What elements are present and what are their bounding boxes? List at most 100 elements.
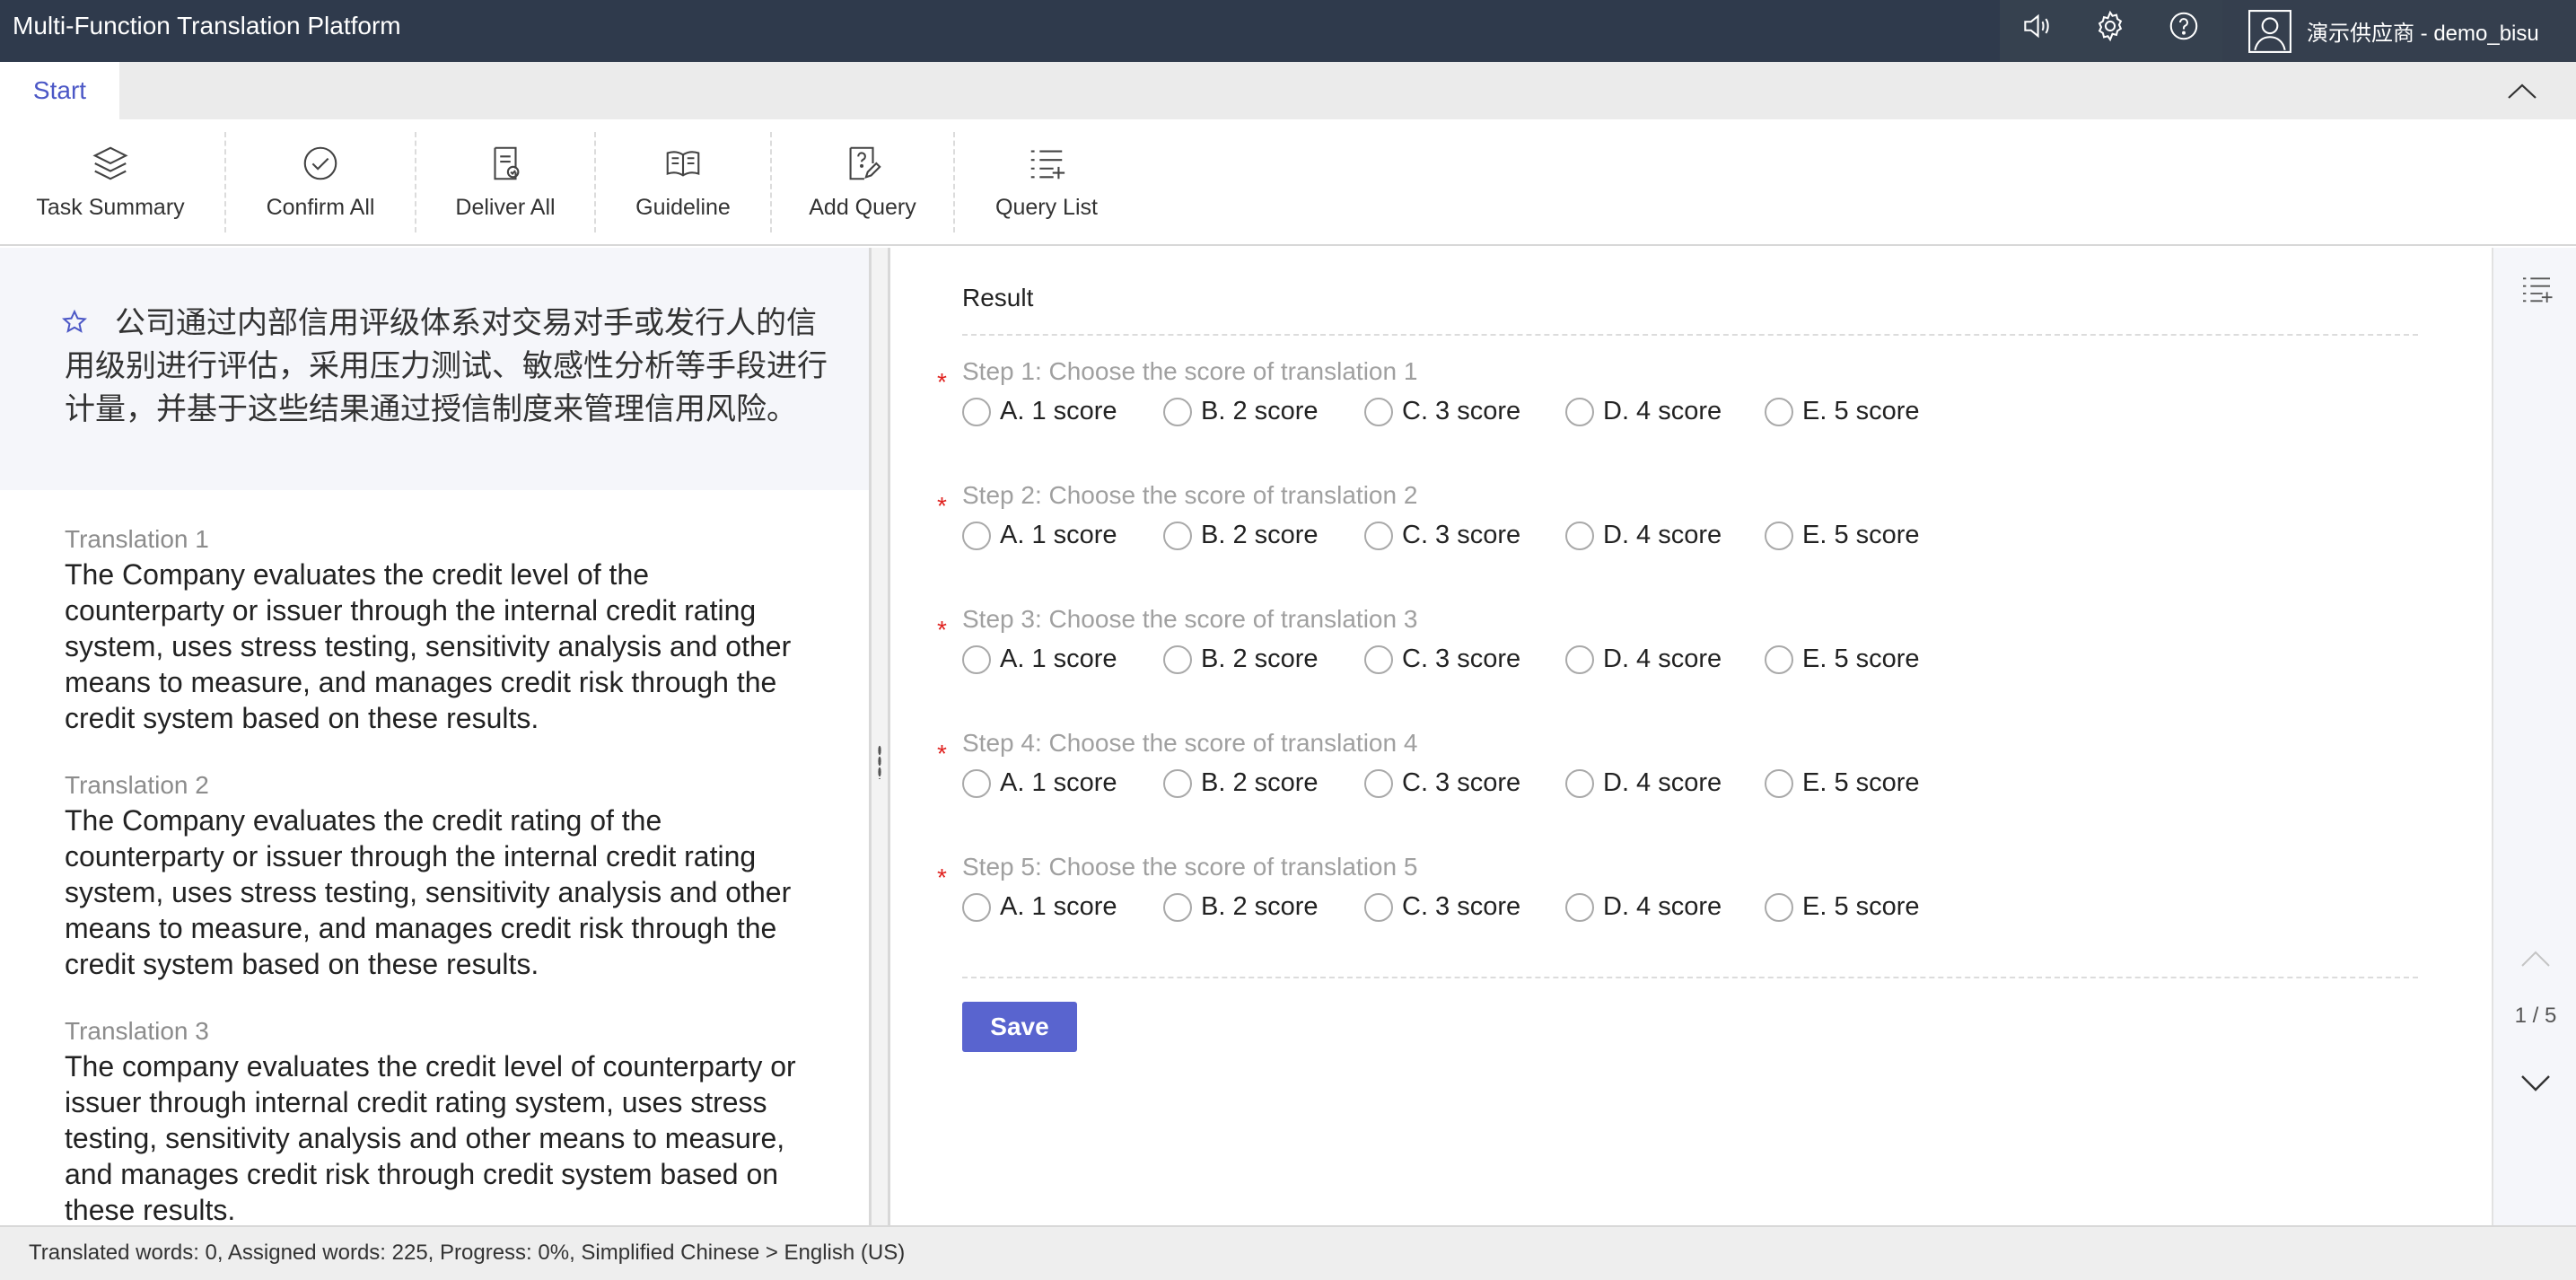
radio-button[interactable] <box>1163 644 1192 674</box>
score-option[interactable]: B. 2 score <box>1163 521 1319 550</box>
layers-icon <box>92 146 128 180</box>
score-step: * Step 2: Choose the score of translation… <box>937 481 2427 580</box>
radio-button[interactable] <box>962 644 991 674</box>
score-option[interactable]: A. 1 score <box>962 768 1117 798</box>
option-label: E. 5 score <box>1802 397 1920 425</box>
task-summary-button[interactable]: Task Summary <box>36 134 185 231</box>
translation-label: Translation 3 <box>65 1017 209 1045</box>
score-option[interactable]: C. 3 score <box>1364 892 1520 922</box>
score-option[interactable]: B. 2 score <box>1163 397 1319 426</box>
required-marker: * <box>937 740 947 767</box>
score-option[interactable]: E. 5 score <box>1765 892 1920 922</box>
confirm-all-button[interactable]: Confirm All <box>260 134 381 231</box>
collapse-toolbar-button[interactable] <box>2501 71 2544 110</box>
score-option[interactable]: A. 1 score <box>962 892 1117 922</box>
deliver-doc-icon <box>494 146 520 180</box>
query-list-icon[interactable] <box>2519 271 2554 307</box>
source-text: 公司通过内部信用评级体系对交易对手或发行人的信用级别进行评估，采用压力测试、敏感… <box>65 306 828 426</box>
toolbar-divider <box>953 132 955 232</box>
speaker-button[interactable] <box>2000 0 2073 51</box>
radio-button[interactable] <box>1765 644 1793 674</box>
score-option[interactable]: E. 5 score <box>1765 644 1920 674</box>
radio-button[interactable] <box>962 397 991 426</box>
score-option[interactable]: B. 2 score <box>1163 644 1319 674</box>
required-marker: * <box>937 368 947 396</box>
score-option[interactable]: D. 4 score <box>1565 892 1722 922</box>
radio-button[interactable] <box>1364 892 1393 922</box>
option-label: D. 4 score <box>1603 892 1722 921</box>
score-option[interactable]: E. 5 score <box>1765 521 1920 550</box>
radio-button[interactable] <box>1565 644 1594 674</box>
radio-button[interactable] <box>1364 644 1393 674</box>
toolbar-label: Confirm All <box>266 195 375 220</box>
radio-button[interactable] <box>1765 892 1793 922</box>
score-option[interactable]: D. 4 score <box>1565 644 1722 674</box>
score-option[interactable]: C. 3 score <box>1364 397 1520 426</box>
radio-button[interactable] <box>1163 397 1192 426</box>
score-step: * Step 1: Choose the score of translation… <box>937 357 2427 456</box>
score-option[interactable]: C. 3 score <box>1364 521 1520 550</box>
step-title: Step 3: Choose the score of translation … <box>962 605 1418 633</box>
radio-button[interactable] <box>1765 768 1793 798</box>
check-circle-icon <box>303 146 337 180</box>
drag-handle-icon <box>878 745 881 779</box>
chevron-down-icon[interactable] <box>2517 1070 2554 1097</box>
toolbar-divider <box>770 132 772 232</box>
score-option[interactable]: D. 4 score <box>1565 768 1722 798</box>
radio-button[interactable] <box>1565 768 1594 798</box>
panel-splitter[interactable] <box>872 248 888 1225</box>
option-label: D. 4 score <box>1603 397 1722 425</box>
radio-button[interactable] <box>1364 768 1393 798</box>
deliver-all-button[interactable]: Deliver All <box>451 134 560 231</box>
step-title: Step 5: Choose the score of translation … <box>962 853 1418 881</box>
option-label: D. 4 score <box>1603 644 1722 673</box>
option-label: E. 5 score <box>1802 644 1920 673</box>
translation-item: Translation 2 The Company evaluates the … <box>65 768 801 982</box>
query-list-button[interactable]: Query List <box>989 134 1104 231</box>
radio-button[interactable] <box>1163 892 1192 922</box>
tab-start[interactable]: Start <box>0 62 119 119</box>
score-option[interactable]: D. 4 score <box>1565 397 1722 426</box>
score-option[interactable]: A. 1 score <box>962 521 1117 550</box>
score-option[interactable]: B. 2 score <box>1163 768 1319 798</box>
radio-button[interactable] <box>1565 521 1594 550</box>
chevron-up-icon[interactable] <box>2517 944 2554 971</box>
option-label: B. 2 score <box>1201 644 1319 673</box>
score-option[interactable]: D. 4 score <box>1565 521 1722 550</box>
radio-button[interactable] <box>1565 397 1594 426</box>
top-bar: Multi-Function Translation Platform 演示供应… <box>0 0 2576 62</box>
score-option[interactable]: C. 3 score <box>1364 644 1520 674</box>
add-query-button[interactable]: Add Query <box>806 134 919 231</box>
radio-button[interactable] <box>962 892 991 922</box>
score-step: * Step 5: Choose the score of translation… <box>937 853 2427 951</box>
required-marker: * <box>937 616 947 644</box>
help-button[interactable] <box>2147 0 2221 51</box>
radio-button[interactable] <box>1364 521 1393 550</box>
settings-button[interactable] <box>2073 0 2147 51</box>
score-option[interactable]: E. 5 score <box>1765 768 1920 798</box>
divider <box>962 334 2418 336</box>
radio-button[interactable] <box>962 768 991 798</box>
guideline-button[interactable]: Guideline <box>630 134 736 231</box>
option-label: B. 2 score <box>1201 521 1319 549</box>
score-option[interactable]: A. 1 score <box>962 644 1117 674</box>
save-button[interactable]: Save <box>962 1002 1077 1052</box>
translation-label: Translation 1 <box>65 525 209 553</box>
score-option[interactable]: A. 1 score <box>962 397 1117 426</box>
score-option[interactable]: B. 2 score <box>1163 892 1319 922</box>
user-menu[interactable]: 演示供应商 - demo_bisu <box>2222 0 2576 62</box>
radio-button[interactable] <box>1163 768 1192 798</box>
option-label: E. 5 score <box>1802 892 1920 921</box>
radio-button[interactable] <box>1765 521 1793 550</box>
speaker-icon <box>2024 13 2049 38</box>
radio-button[interactable] <box>1765 397 1793 426</box>
result-title: Result <box>962 284 1034 311</box>
radio-button[interactable] <box>1163 521 1192 550</box>
option-label: E. 5 score <box>1802 768 1920 797</box>
radio-button[interactable] <box>1364 397 1393 426</box>
score-option[interactable]: E. 5 score <box>1765 397 1920 426</box>
radio-button[interactable] <box>962 521 991 550</box>
score-step: * Step 4: Choose the score of translation… <box>937 729 2427 828</box>
radio-button[interactable] <box>1565 892 1594 922</box>
score-option[interactable]: C. 3 score <box>1364 768 1520 798</box>
